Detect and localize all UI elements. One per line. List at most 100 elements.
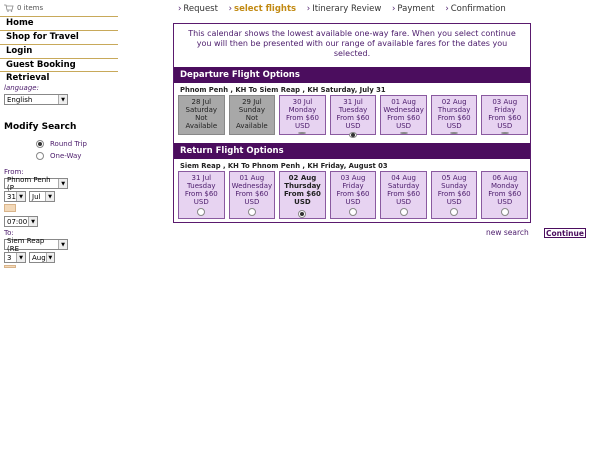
departure-header: Departure Flight Options (174, 67, 530, 83)
day-radio[interactable] (298, 132, 307, 134)
from-day-select[interactable]: 31 ▼ (4, 191, 26, 202)
day-fare-currency: USD (396, 198, 412, 206)
return-day[interactable]: 05 Aug Sunday From $60 USD (430, 171, 478, 219)
language-value: English (7, 95, 33, 104)
day-radio[interactable] (349, 132, 358, 138)
day-fare: Not Available (185, 114, 218, 130)
language-label: language: (4, 84, 39, 92)
chevron-right-icon: › (391, 4, 396, 14)
day-weekday: Friday (342, 182, 364, 190)
day-radio[interactable] (349, 208, 358, 216)
to-day-value: 3 (7, 253, 12, 262)
day-radio[interactable] (247, 208, 256, 216)
round-trip-option[interactable]: Round Trip (36, 138, 118, 150)
nav-home[interactable]: Home (0, 16, 118, 30)
day-weekday: Sunday (441, 182, 468, 190)
day-fare-currency: USD (446, 198, 462, 206)
day-date: 03 Aug (492, 98, 518, 106)
day-radio[interactable] (450, 208, 459, 216)
new-search-link[interactable]: new search (486, 228, 529, 237)
return-day[interactable]: 03 Aug Friday From $60 USD (329, 171, 377, 219)
day-date: 05 Aug (441, 174, 467, 182)
from-month-value: Jul (32, 192, 41, 201)
return-day[interactable]: 31 Jul Tuesday From $60 USD (178, 171, 225, 219)
day-weekday: Monday (288, 106, 317, 114)
return-day[interactable]: 01 Aug Wednesday From $60 USD (228, 171, 276, 219)
day-weekday: Tuesday (338, 106, 368, 114)
day-radio[interactable] (399, 132, 408, 134)
from-month-select[interactable]: Jul ▼ (29, 191, 55, 202)
return-days: 31 Jul Tuesday From $60 USD 01 Aug Wedne… (174, 171, 530, 219)
day-fare: From $60 USD (488, 114, 522, 130)
chevron-right-icon: › (445, 4, 449, 14)
day-fare: From $60 USD (437, 114, 471, 130)
day-fare: From $60 USD (336, 114, 370, 130)
calendar-icon[interactable] (4, 204, 16, 212)
flight-calendar-panel: This calendar shows the lowest available… (173, 23, 531, 223)
return-day[interactable]: 06 Aug Monday From $60 USD (481, 171, 529, 219)
cart-count: 0 items (17, 4, 44, 12)
calendar-icon[interactable] (4, 265, 16, 268)
to-select[interactable]: Siem Reap (RE ▼ (4, 236, 68, 253)
day-fare: From $60 USD (285, 114, 319, 130)
return-day-selected[interactable]: 02 Aug Thursday From $60 USD (279, 171, 326, 219)
day-weekday: Tuesday (187, 182, 216, 190)
language-select[interactable]: English ▼ (4, 94, 68, 105)
day-radio[interactable] (450, 132, 459, 134)
day-weekday: Friday (494, 106, 516, 114)
step-itinerary-review: Itinerary Review (312, 4, 382, 14)
booking-steps: › Request › select flights › Itinerary Revi… (178, 4, 514, 14)
continue-button[interactable]: Continue (544, 228, 586, 238)
to-month-select[interactable]: Aug ▼ (29, 252, 55, 263)
chevron-down-icon: ▼ (45, 192, 54, 201)
day-radio[interactable] (399, 208, 408, 216)
nav-shop-for-travel[interactable]: Shop for Travel (0, 30, 118, 44)
cart[interactable]: 0 items (0, 0, 118, 16)
one-way-radio[interactable] (36, 152, 44, 160)
chevron-right-icon: › (306, 4, 311, 14)
departure-day[interactable]: 01 Aug Wednesday From $60 USD (380, 95, 427, 135)
from-value: Phnom Penh (P (7, 175, 51, 192)
departure-day[interactable]: 31 Jul Tuesday From $60 USD (329, 95, 377, 138)
nav-guest-booking-retrieval[interactable]: Guest Booking Retrieval (0, 58, 118, 83)
modify-search-title: Modify Search (4, 122, 77, 132)
to-value: Siem Reap (RE (7, 236, 45, 253)
day-date: 28 Jul (191, 98, 212, 106)
day-fare: From $60 (235, 190, 269, 198)
day-date: 02 Aug (288, 174, 317, 182)
time-select[interactable]: 07:00 ▼ (4, 216, 38, 227)
day-fare: From $60 (387, 190, 421, 198)
round-trip-radio[interactable] (36, 140, 44, 148)
day-weekday: Monday (490, 182, 519, 190)
return-day[interactable]: 04 Aug Saturday From $60 USD (380, 171, 427, 219)
from-day-value: 31 (7, 192, 16, 201)
day-fare-currency: USD (244, 198, 260, 206)
day-radio[interactable] (197, 208, 206, 216)
nav-login[interactable]: Login (0, 44, 118, 58)
day-fare: From $60 (336, 190, 370, 198)
departure-days: 28 Jul Saturday Not Available 29 Jul Sun… (174, 95, 530, 138)
from-select[interactable]: Phnom Penh (P ▼ (4, 175, 68, 192)
departure-route: Phnom Penh , KH To Siem Reap , KH Saturd… (180, 86, 386, 94)
return-header: Return Flight Options (174, 143, 530, 159)
one-way-option[interactable]: One-Way (36, 150, 118, 162)
day-radio[interactable] (500, 132, 509, 134)
departure-day[interactable]: 03 Aug Friday From $60 USD (481, 95, 529, 135)
day-radio[interactable] (298, 210, 307, 218)
chevron-down-icon: ▼ (58, 240, 67, 249)
day-weekday: Thursday (437, 106, 471, 114)
departure-day[interactable]: 30 Jul Monday From $60 USD (279, 95, 326, 135)
departure-day[interactable]: 02 Aug Thursday From $60 USD (430, 95, 478, 135)
day-fare: Not Available (236, 114, 268, 130)
day-fare-currency: USD (345, 198, 361, 206)
cart-icon (4, 4, 14, 12)
day-radio[interactable] (500, 208, 509, 216)
chevron-right-icon: › (178, 4, 182, 14)
day-weekday: Wednesday (231, 182, 273, 190)
chevron-down-icon: ▼ (16, 253, 25, 262)
chevron-right-icon: › (228, 4, 233, 14)
chevron-down-icon: ▼ (28, 217, 37, 226)
to-day-select[interactable]: 3 ▼ (4, 252, 26, 263)
day-weekday: Wednesday (383, 106, 424, 114)
day-fare: From $60 USD (283, 190, 321, 206)
